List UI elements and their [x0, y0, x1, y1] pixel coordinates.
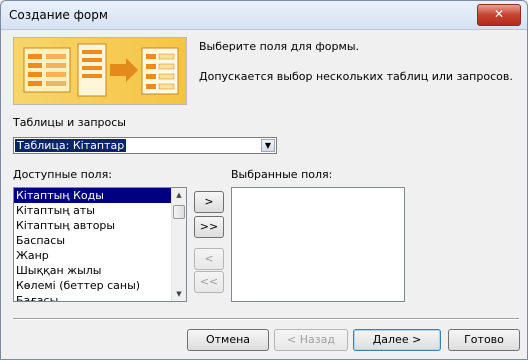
- intro-line-2: Допускается выбор нескольких таблиц или …: [199, 70, 513, 83]
- list-item[interactable]: Көлемі (беттер саны): [14, 278, 171, 293]
- scroll-thumb[interactable]: [173, 205, 185, 219]
- tables-combobox[interactable]: Таблица: Кітаптар ▼: [13, 137, 277, 154]
- scroll-up-icon[interactable]: ▲: [172, 188, 186, 202]
- selected-fields-label: Выбранные поля:: [231, 168, 333, 181]
- tables-combobox-value: Таблица: Кітаптар: [15, 139, 127, 152]
- add-field-button[interactable]: >: [194, 191, 224, 213]
- intro-line-1: Выберите поля для формы.: [199, 40, 359, 53]
- remove-all-fields-button[interactable]: <<: [194, 271, 224, 293]
- finish-button[interactable]: Готово: [448, 329, 520, 351]
- list-item[interactable]: Жанр: [14, 248, 171, 263]
- list-item[interactable]: Бағасы: [14, 293, 171, 301]
- footer-separator: [13, 318, 519, 320]
- add-all-fields-button[interactable]: >>: [194, 216, 224, 238]
- remove-field-button[interactable]: <: [194, 248, 224, 270]
- close-button[interactable]: ✕: [477, 4, 521, 26]
- wizard-illustration: [13, 37, 187, 105]
- available-fields-scrollbar[interactable]: ▲ ▼: [171, 188, 186, 301]
- available-fields-label: Доступные поля:: [13, 168, 112, 181]
- form-wizard-window: Создание форм ✕ Выберите поля для формы.…: [0, 0, 528, 360]
- list-item[interactable]: Кітаптың Коды: [14, 188, 171, 203]
- title-bar[interactable]: Создание форм ✕: [1, 1, 527, 30]
- dropdown-arrow-icon[interactable]: ▼: [261, 139, 275, 152]
- window-title: Создание форм: [9, 8, 108, 22]
- next-button[interactable]: Далее >: [353, 329, 441, 351]
- available-fields-listbox[interactable]: Кітаптың Коды Кітаптың аты Кітаптың авторы…: [13, 187, 187, 302]
- list-item[interactable]: Кітаптың авторы: [14, 218, 171, 233]
- list-item[interactable]: Кітаптың аты: [14, 203, 171, 218]
- close-icon: ✕: [493, 7, 505, 21]
- tables-label: Таблицы и запросы: [13, 116, 126, 129]
- list-item[interactable]: Баспасы: [14, 233, 171, 248]
- scroll-down-icon[interactable]: ▼: [172, 287, 186, 301]
- cancel-button[interactable]: Отмена: [187, 329, 269, 351]
- list-item[interactable]: Шыққан жылы: [14, 263, 171, 278]
- form-wizard-icon: [23, 43, 179, 97]
- back-button[interactable]: < Назад: [274, 329, 348, 351]
- selected-fields-listbox[interactable]: [231, 187, 405, 302]
